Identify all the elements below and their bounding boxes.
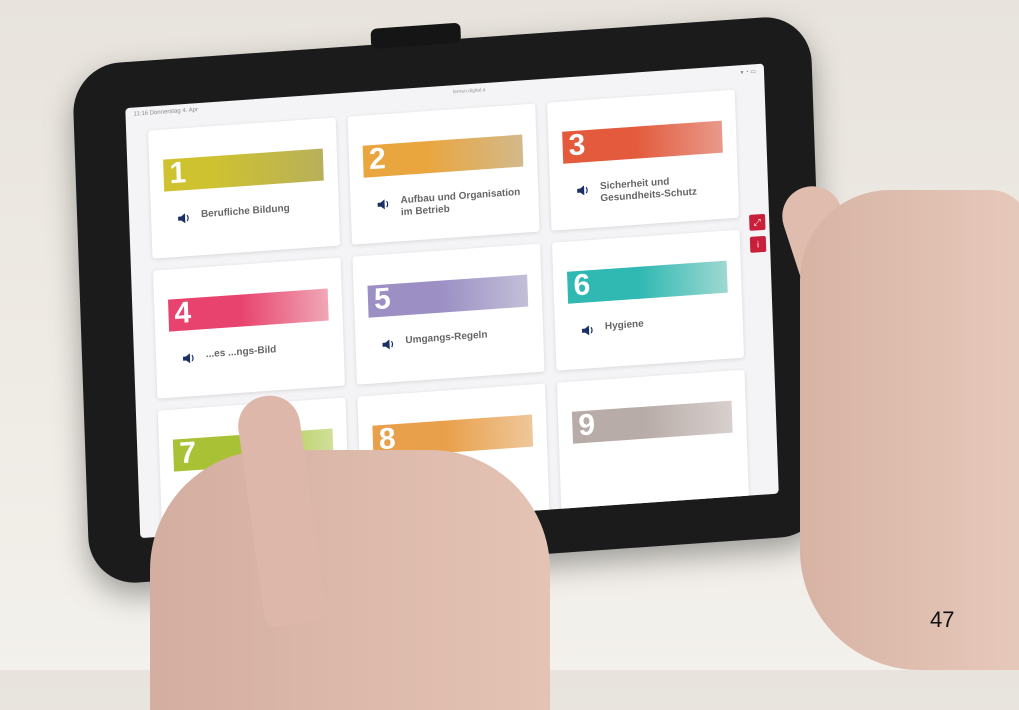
topic-tile-5[interactable]: 5 Umgangs-Regeln [352, 243, 545, 385]
tile-number: 7 [178, 436, 197, 471]
tile-label: Hygiene [604, 318, 644, 333]
topic-tile-6[interactable]: 6 Hygiene [552, 229, 745, 371]
tile-number: 5 [373, 282, 392, 317]
status-url: lernen.digital.a [452, 87, 486, 96]
status-time-date: 11:16 Donnerstag 4. Apr [133, 107, 199, 118]
photo-scene: 11:16 Donnerstag 4. Apr lernen.digital.a… [0, 0, 1019, 710]
tile-banner: 1 [163, 148, 324, 192]
tile-banner: 6 [567, 260, 728, 304]
speaker-icon[interactable] [182, 352, 196, 365]
tile-banner: 3 [562, 120, 723, 164]
tile-label: Sicherheit und Gesundheits-Schutz [599, 176, 698, 205]
tile-number: 2 [368, 142, 387, 177]
tile-number: 9 [577, 408, 596, 443]
tablet-clip [370, 22, 462, 49]
speaker-icon[interactable] [376, 198, 390, 211]
speaker-icon[interactable] [576, 184, 590, 197]
status-icons: ▾ ◔ ▭ [740, 68, 757, 76]
tile-banner: 9 [571, 400, 733, 444]
page-number: 47 [930, 607, 955, 632]
side-buttons: ⤢ i [749, 213, 767, 253]
tile-number: 3 [568, 128, 586, 163]
topic-tile-3[interactable]: 3 Sicherheit und Gesundheits-Schutz [547, 89, 740, 231]
topic-tile-4[interactable]: 4 ...es ...ngs-Bild [152, 257, 345, 399]
speaker-icon[interactable] [381, 338, 395, 351]
left-hand [150, 450, 550, 710]
tile-banner: 2 [362, 134, 524, 178]
tile-banner: 5 [367, 274, 529, 318]
topic-tile-1[interactable]: 1 Berufliche Bildung [148, 117, 341, 259]
tile-banner: 4 [167, 288, 329, 332]
info-icon[interactable]: i [749, 235, 767, 253]
expand-icon[interactable]: ⤢ [749, 213, 766, 231]
right-hand [800, 190, 1019, 670]
tile-number: 6 [572, 268, 591, 303]
speaker-icon[interactable] [177, 212, 191, 225]
tile-number: 4 [173, 296, 192, 331]
tile-label: Berufliche Bildung [200, 202, 290, 221]
tile-label: Umgangs-Regeln [405, 329, 488, 347]
topic-tile-2[interactable]: 2 Aufbau und Organisation im Betrieb [347, 103, 540, 245]
speaker-icon[interactable] [581, 324, 595, 337]
tile-number: 1 [169, 156, 187, 191]
topic-tile-9[interactable]: 9 [556, 369, 749, 511]
tile-label: ...es ...ngs-Bild [205, 344, 277, 361]
tile-label: Aufbau und Organisation im Betrieb [400, 186, 521, 219]
